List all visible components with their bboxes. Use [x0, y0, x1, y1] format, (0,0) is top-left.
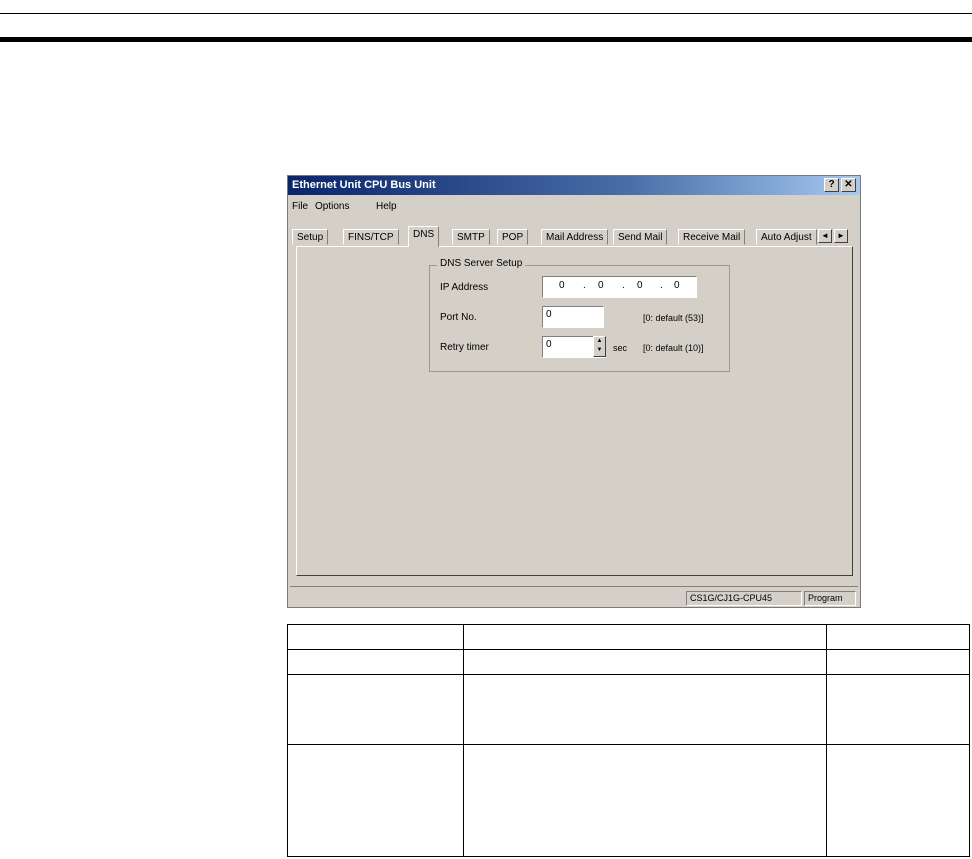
page-top-rule: [0, 13, 972, 14]
tab-receive-mail[interactable]: Receive Mail: [678, 229, 746, 245]
table-cell: [287, 744, 464, 857]
table-cell: [826, 649, 970, 675]
title-bar: Ethernet Unit CPU Bus Unit ? ✕: [288, 176, 860, 195]
close-button[interactable]: ✕: [841, 178, 856, 192]
status-separator: [290, 586, 858, 587]
ip-address-label: IP Address: [440, 282, 489, 293]
port-hint: [0: default (53)]: [643, 313, 704, 323]
port-input[interactable]: 0: [542, 306, 604, 328]
table-cell: [826, 674, 970, 745]
group-title: DNS Server Setup: [437, 258, 526, 269]
ip-address-field[interactable]: 0 . 0 . 0 . 0: [542, 276, 697, 298]
page-header-bar: [0, 37, 972, 42]
status-bar: CS1G/CJ1G-CPU45 Program: [290, 586, 858, 606]
dialog-window: Ethernet Unit CPU Bus Unit ? ✕ File Opti…: [287, 175, 861, 608]
table-row: [287, 649, 970, 675]
spinner-arrows-icon[interactable]: ▲ ▼: [593, 336, 606, 357]
tab-fins-tcp[interactable]: FINS/TCP: [343, 229, 399, 245]
table-cell: [826, 624, 970, 650]
tab-dns[interactable]: DNS: [408, 226, 440, 247]
tab-pop[interactable]: POP: [497, 229, 529, 245]
status-model: CS1G/CJ1G-CPU45: [686, 591, 802, 606]
ip-octet-2[interactable]: 0: [598, 280, 604, 291]
ip-dot: .: [622, 280, 625, 291]
menu-options[interactable]: Options: [315, 201, 349, 212]
table-header-row: [287, 624, 970, 650]
table-cell: [463, 649, 827, 675]
retry-timer-label: Retry timer: [440, 342, 489, 353]
table-cell: [287, 674, 464, 745]
tab-scroll-left-icon[interactable]: ◄: [818, 229, 832, 243]
tab-setup[interactable]: Setup: [292, 229, 329, 245]
ip-octet-3[interactable]: 0: [637, 280, 643, 291]
port-label: Port No.: [440, 312, 477, 323]
ip-octet-4[interactable]: 0: [674, 280, 680, 291]
tab-mail-address[interactable]: Mail Address: [541, 229, 609, 245]
table-cell: [287, 649, 464, 675]
ip-dot: .: [583, 280, 586, 291]
tab-send-mail[interactable]: Send Mail: [613, 229, 668, 245]
table-cell: [287, 624, 464, 650]
ip-octet-1[interactable]: 0: [559, 280, 565, 291]
menu-file[interactable]: File: [292, 201, 308, 212]
table-cell: [463, 624, 827, 650]
help-button[interactable]: ?: [824, 178, 839, 192]
ip-dot: .: [660, 280, 663, 291]
window-title: Ethernet Unit CPU Bus Unit: [292, 179, 436, 191]
table-cell: [826, 744, 970, 857]
tab-strip: Setup FINS/TCP DNS SMTP POP Mail Address…: [288, 226, 860, 247]
settings-table: [287, 624, 970, 857]
retry-unit: sec: [613, 343, 628, 353]
retry-hint: [0: default (10)]: [643, 343, 704, 353]
menu-bar: File Options Help: [288, 198, 860, 216]
menu-help[interactable]: Help: [376, 201, 397, 212]
table-row: [287, 744, 970, 857]
table-row: [287, 674, 970, 745]
tab-smtp[interactable]: SMTP: [452, 229, 490, 245]
status-mode: Program: [804, 591, 856, 606]
tab-scroll-right-icon[interactable]: ►: [834, 229, 848, 243]
table-cell: [463, 744, 827, 857]
table-cell: [463, 674, 827, 745]
tab-auto-adjust[interactable]: Auto Adjust: [756, 229, 817, 245]
